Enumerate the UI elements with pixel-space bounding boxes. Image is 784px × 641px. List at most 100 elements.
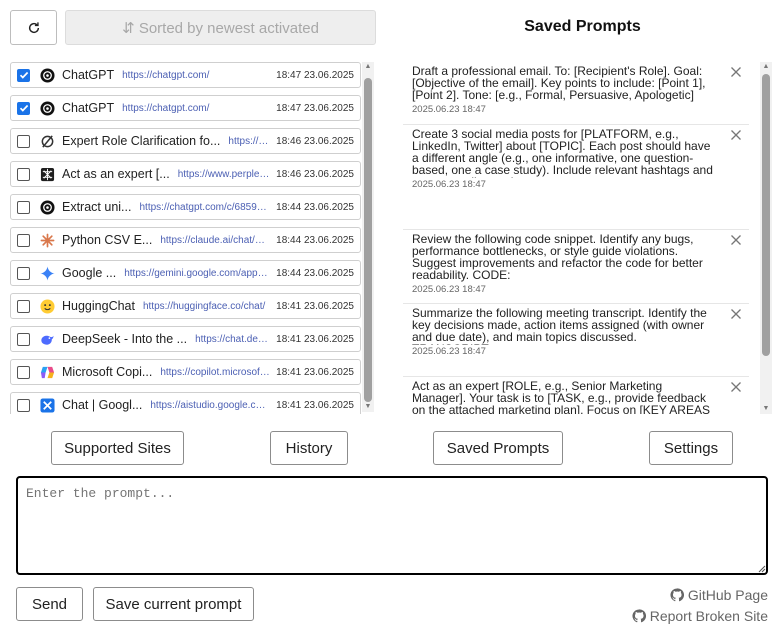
history-row[interactable]: HuggingChat https://huggingface.co/chat/1… xyxy=(10,293,361,319)
history-checkbox[interactable] xyxy=(17,134,30,148)
saved-prompts-button[interactable]: Saved Prompts xyxy=(433,431,563,465)
history-url-link[interactable]: https://chatgpt.com/ xyxy=(122,70,270,81)
history-row[interactable]: ChatGPT https://chatgpt.com/18:47 23.06.2… xyxy=(10,95,361,121)
history-url-link[interactable]: https://chatgpt.com/c/685976... xyxy=(139,202,270,213)
history-url-link[interactable]: https://chatgpt.com/ xyxy=(122,103,270,114)
history-row[interactable]: Python CSV E... https://claude.ai/chat/b6… xyxy=(10,227,361,253)
history-timestamp: 18:41 23.06.2025 xyxy=(276,399,354,411)
delete-prompt-button[interactable] xyxy=(729,380,743,394)
sort-button[interactable]: ⇵ Sorted by newest activated xyxy=(65,10,376,45)
delete-prompt-button[interactable] xyxy=(729,307,743,321)
save-current-prompt-button[interactable]: Save current prompt xyxy=(93,587,254,621)
history-title: Microsoft Copi... xyxy=(62,365,153,379)
saved-prompt-item[interactable]: Draft a professional email. To: [Recipie… xyxy=(403,62,749,125)
saved-prompt-text: Review the following code snippet. Ident… xyxy=(412,233,703,282)
delete-prompt-button[interactable] xyxy=(729,233,743,247)
history-timestamp: 18:41 23.06.2025 xyxy=(276,300,354,312)
deepseek-icon xyxy=(39,331,55,347)
history-checkbox[interactable] xyxy=(17,233,30,247)
history-row[interactable]: Google ... https://gemini.google.com/app/… xyxy=(10,260,361,286)
delete-prompt-button[interactable] xyxy=(729,128,743,142)
history-timestamp: 18:44 23.06.2025 xyxy=(276,267,354,279)
saved-prompt-item[interactable]: Act as an expert [ROLE, e.g., Senior Mar… xyxy=(403,377,749,414)
history-row[interactable]: Act as an expert [... https://www.perplex… xyxy=(10,161,361,187)
history-checkbox[interactable] xyxy=(17,299,30,313)
saved-scrollbar[interactable]: ▲ ▼ xyxy=(760,62,772,414)
saved-prompts-list: Draft a professional email. To: [Recipie… xyxy=(403,62,749,414)
history-title: Act as an expert [... xyxy=(62,167,170,181)
history-checkbox[interactable] xyxy=(17,266,30,280)
close-icon xyxy=(731,235,741,245)
history-checkbox[interactable] xyxy=(17,101,30,115)
github-icon xyxy=(670,588,684,602)
send-button[interactable]: Send xyxy=(16,587,83,621)
history-url-link[interactable]: https://gro... xyxy=(228,136,270,147)
history-checkbox[interactable] xyxy=(17,365,30,379)
saved-prompt-item[interactable]: Review the following code snippet. Ident… xyxy=(403,230,749,304)
history-title: ChatGPT xyxy=(62,101,115,115)
grok-icon xyxy=(39,133,55,149)
gemini-icon xyxy=(39,265,55,281)
history-timestamp: 18:41 23.06.2025 xyxy=(276,366,354,378)
sort-label: ⇵ Sorted by newest activated xyxy=(122,19,319,37)
refresh-button[interactable] xyxy=(10,10,57,45)
history-title: Extract uni... xyxy=(62,200,132,214)
scrollbar-thumb[interactable] xyxy=(762,74,770,356)
settings-button[interactable]: Settings xyxy=(649,431,733,465)
history-title: HuggingChat xyxy=(62,299,135,313)
history-row[interactable]: DeepSeek - Into the ... https://chat.deep… xyxy=(10,326,361,352)
saved-prompt-text: Summarize the following meeting transcri… xyxy=(412,307,707,345)
close-icon xyxy=(731,382,741,392)
scroll-up-arrow[interactable]: ▲ xyxy=(362,62,374,72)
history-timestamp: 18:46 23.06.2025 xyxy=(276,135,354,147)
scroll-up-arrow[interactable]: ▲ xyxy=(760,62,772,72)
delete-prompt-button[interactable] xyxy=(729,65,743,79)
history-checkbox[interactable] xyxy=(17,167,30,181)
history-title: ChatGPT xyxy=(62,68,115,82)
saved-prompt-date: 2025.06.23 18:47 xyxy=(412,179,486,190)
saved-prompt-text: Act as an expert [ROLE, e.g., Senior Mar… xyxy=(412,380,710,414)
resize-grip-icon[interactable] xyxy=(756,563,766,573)
history-url-link[interactable]: https://copilot.microsoft.c... xyxy=(160,367,270,378)
saved-prompt-date: 2025.06.23 18:47 xyxy=(412,104,486,115)
supported-sites-button[interactable]: Supported Sites xyxy=(51,431,184,465)
history-row[interactable]: ChatGPT https://chatgpt.com/18:47 23.06.2… xyxy=(10,62,361,88)
history-timestamp: 18:41 23.06.2025 xyxy=(276,333,354,345)
scroll-down-arrow[interactable]: ▼ xyxy=(760,404,772,414)
history-row[interactable]: Expert Role Clarification fo... https://g… xyxy=(10,128,361,154)
history-timestamp: 18:47 23.06.2025 xyxy=(276,69,354,81)
history-checkbox[interactable] xyxy=(17,332,30,346)
history-checkbox[interactable] xyxy=(17,398,30,412)
chatgpt-icon xyxy=(39,100,55,116)
history-url-link[interactable]: https://www.perplexity.... xyxy=(178,169,270,180)
history-timestamp: 18:47 23.06.2025 xyxy=(276,102,354,114)
checkmark-icon xyxy=(19,71,28,79)
github-page-link[interactable]: GitHub Page xyxy=(670,587,768,603)
history-url-link[interactable]: https://aistudio.google.com... xyxy=(150,400,270,411)
scroll-down-arrow[interactable]: ▼ xyxy=(362,402,374,412)
report-broken-site-link[interactable]: Report Broken Site xyxy=(632,608,768,624)
scrollbar-thumb[interactable] xyxy=(364,78,372,402)
checkmark-icon xyxy=(19,104,28,112)
history-checkbox[interactable] xyxy=(17,200,30,214)
history-scrollbar[interactable]: ▲ ▼ xyxy=(362,62,374,412)
github-icon xyxy=(632,609,646,623)
history-row[interactable]: Extract uni... https://chatgpt.com/c/6859… xyxy=(10,194,361,220)
saved-prompt-date: 2025.06.23 18:47 xyxy=(412,284,486,295)
saved-prompt-text: Draft a professional email. To: [Recipie… xyxy=(412,65,706,102)
history-row[interactable]: Microsoft Copi... https://copilot.microso… xyxy=(10,359,361,385)
history-checkbox[interactable] xyxy=(17,68,30,82)
prompt-input[interactable] xyxy=(16,476,768,575)
history-title: Expert Role Clarification fo... xyxy=(62,134,221,148)
copilot-icon xyxy=(39,364,55,380)
saved-prompt-item[interactable]: Summarize the following meeting transcri… xyxy=(403,304,749,377)
history-url-link[interactable]: https://claude.ai/chat/b6b... xyxy=(160,235,270,246)
history-url-link[interactable]: https://gemini.google.com/app/6... xyxy=(124,268,270,279)
saved-prompt-item[interactable]: Create 3 social media posts for [PLATFOR… xyxy=(403,125,749,230)
history-url-link[interactable]: https://huggingface.co/chat/ xyxy=(143,301,270,312)
history-list: ChatGPT https://chatgpt.com/18:47 23.06.2… xyxy=(10,60,362,414)
saved-prompt-text: Create 3 social media posts for [PLATFOR… xyxy=(412,128,713,178)
history-button[interactable]: History xyxy=(270,431,348,465)
history-row[interactable]: Chat | Googl... https://aistudio.google.c… xyxy=(10,392,361,414)
history-url-link[interactable]: https://chat.deeps... xyxy=(195,334,270,345)
